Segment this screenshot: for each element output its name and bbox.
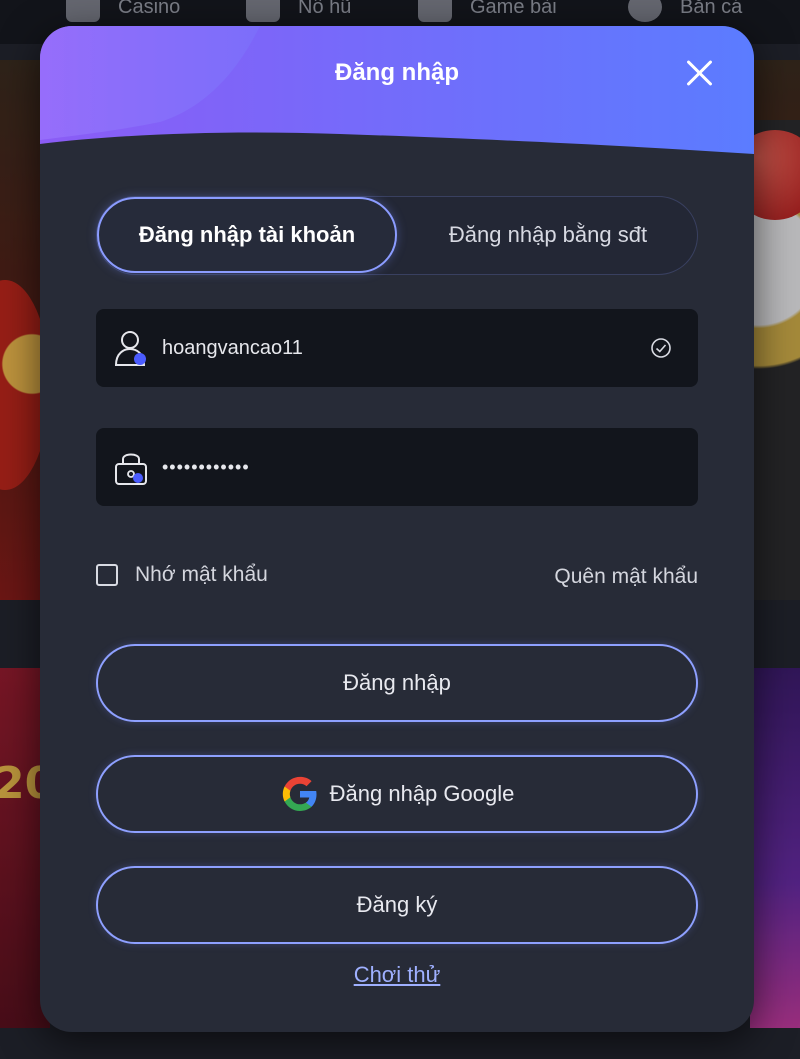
try-play-container: Chơi thử bbox=[40, 962, 754, 988]
close-icon[interactable] bbox=[682, 56, 716, 90]
remember-checkbox[interactable] bbox=[96, 564, 118, 586]
modal-title: Đăng nhập bbox=[335, 59, 459, 86]
google-icon bbox=[282, 776, 317, 811]
remember-password-toggle[interactable]: Nhớ mật khẩu bbox=[96, 563, 268, 587]
remember-label: Nhớ mật khẩu bbox=[135, 563, 268, 586]
check-circle-icon bbox=[651, 338, 671, 358]
lock-icon bbox=[115, 453, 147, 485]
register-button-label: Đăng ký bbox=[356, 892, 438, 917]
tab-phone-login[interactable]: Đăng nhập bằng sđt bbox=[397, 197, 699, 273]
username-input[interactable]: hoangvancao11 bbox=[162, 337, 650, 360]
login-button[interactable]: Đăng nhập bbox=[96, 644, 698, 722]
try-play-link[interactable]: Chơi thử bbox=[354, 962, 441, 987]
tab-account-login[interactable]: Đăng nhập tài khoản bbox=[97, 197, 397, 273]
header-wave-background bbox=[40, 26, 754, 154]
password-input[interactable]: •••••••••••• bbox=[162, 457, 698, 478]
forgot-password-link[interactable]: Quên mật khẩu bbox=[554, 565, 698, 589]
login-method-tabs: Đăng nhập tài khoản Đăng nhập bằng sđt bbox=[96, 196, 698, 275]
username-field[interactable]: hoangvancao11 bbox=[96, 309, 698, 387]
password-field[interactable]: •••••••••••• bbox=[96, 428, 698, 506]
login-modal: Đăng nhập Đăng nhập tài khoản Đăng nhập … bbox=[40, 26, 754, 1032]
register-button[interactable]: Đăng ký bbox=[96, 866, 698, 944]
user-icon bbox=[114, 331, 146, 366]
google-button-label: Đăng nhập Google bbox=[329, 781, 515, 806]
login-button-label: Đăng nhập bbox=[343, 670, 451, 695]
google-login-button[interactable]: Đăng nhập Google bbox=[96, 755, 698, 833]
modal-header: Đăng nhập bbox=[40, 26, 754, 186]
